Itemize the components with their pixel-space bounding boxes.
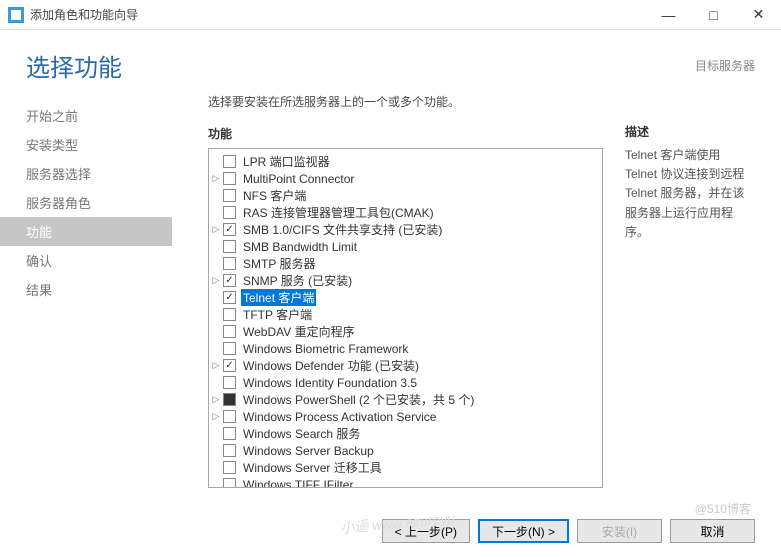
sidebar-step-0[interactable]: 开始之前 xyxy=(0,101,172,130)
close-button[interactable]: ✕ xyxy=(736,0,781,30)
feature-label: Windows Biometric Framework xyxy=(241,342,410,356)
intro-text: 选择要安装在所选服务器上的一个或多个功能。 xyxy=(208,93,603,110)
feature-label: RAS 连接管理器管理工具包(CMAK) xyxy=(241,204,436,221)
checkbox[interactable] xyxy=(223,223,236,236)
features-label: 功能 xyxy=(208,125,603,142)
feature-row[interactable]: SMTP 服务器 xyxy=(209,255,602,272)
expander-icon[interactable]: ▷ xyxy=(209,360,223,371)
expander-icon[interactable]: ▷ xyxy=(209,394,223,405)
feature-label: SMTP 服务器 xyxy=(241,255,317,272)
feature-label: SMB Bandwidth Limit xyxy=(241,240,359,254)
features-list[interactable]: LPR 端口监视器 ▷ MultiPoint ConnectorNFS 客户端RAS… xyxy=(208,148,603,488)
sidebar-step-2[interactable]: 服务器选择 xyxy=(0,159,172,188)
checkbox[interactable] xyxy=(223,206,236,219)
checkbox[interactable] xyxy=(223,478,236,488)
wizard-header: 选择功能 目标服务器 xyxy=(0,30,781,93)
checkbox[interactable] xyxy=(223,444,236,457)
feature-row[interactable]: Windows Search 服务 xyxy=(209,425,602,442)
checkbox[interactable] xyxy=(223,342,236,355)
feature-label: TFTP 客户端 xyxy=(241,306,314,323)
feature-row[interactable]: Windows Server 迁移工具 xyxy=(209,459,602,476)
feature-row[interactable]: Windows Biometric Framework xyxy=(209,340,602,357)
feature-label: Windows Identity Foundation 3.5 xyxy=(241,376,419,390)
install-button[interactable]: 安装(I) xyxy=(577,519,662,543)
feature-row[interactable]: NFS 客户端 xyxy=(209,187,602,204)
checkbox[interactable] xyxy=(223,461,236,474)
feature-label: SMB 1.0/CIFS 文件共享支持 (已安装) xyxy=(241,221,444,238)
feature-label: Windows Server 迁移工具 xyxy=(241,459,384,476)
feature-label: Windows Defender 功能 (已安装) xyxy=(241,357,421,374)
feature-row[interactable]: ▷ SMB 1.0/CIFS 文件共享支持 (已安装) xyxy=(209,221,602,238)
checkbox[interactable] xyxy=(223,376,236,389)
checkbox[interactable] xyxy=(223,308,236,321)
feature-label: LPR 端口监视器 xyxy=(241,153,332,170)
feature-label: SNMP 服务 (已安装) xyxy=(241,272,354,289)
target-server-label: 目标服务器 xyxy=(695,57,755,74)
feature-label: Windows PowerShell (2 个已安装，共 5 个) xyxy=(241,391,476,408)
checkbox[interactable] xyxy=(223,172,236,185)
sidebar-step-6[interactable]: 结果 xyxy=(0,275,172,304)
page-title: 选择功能 xyxy=(26,48,122,83)
feature-row[interactable]: ▷ Windows PowerShell (2 个已安装，共 5 个) xyxy=(209,391,602,408)
wizard-body: 开始之前安装类型服务器选择服务器角色功能确认结果 选择要安装在所选服务器上的一个… xyxy=(0,93,781,513)
main-panel: 选择要安装在所选服务器上的一个或多个功能。 功能 LPR 端口监视器 ▷ Multi… xyxy=(172,93,755,513)
window-title: 添加角色和功能向导 xyxy=(30,6,138,23)
app-icon xyxy=(8,7,24,23)
expander-icon[interactable]: ▷ xyxy=(209,224,223,235)
feature-label: WebDAV 重定向程序 xyxy=(241,323,357,340)
feature-row[interactable]: ▷ MultiPoint Connector xyxy=(209,170,602,187)
sidebar-step-1[interactable]: 安装类型 xyxy=(0,130,172,159)
previous-button[interactable]: < 上一步(P) xyxy=(382,519,470,543)
checkbox[interactable] xyxy=(223,359,236,372)
expander-icon[interactable]: ▷ xyxy=(209,173,223,184)
next-button[interactable]: 下一步(N) > xyxy=(478,519,569,543)
checkbox[interactable] xyxy=(223,410,236,423)
maximize-button[interactable]: □ xyxy=(691,0,736,30)
feature-label: MultiPoint Connector xyxy=(241,172,356,186)
checkbox[interactable] xyxy=(223,257,236,270)
feature-label: Windows TIFF IFilter xyxy=(241,478,355,489)
feature-label: Windows Server Backup xyxy=(241,444,376,458)
sidebar-step-3[interactable]: 服务器角色 xyxy=(0,188,172,217)
feature-row[interactable]: SMB Bandwidth Limit xyxy=(209,238,602,255)
feature-label: NFS 客户端 xyxy=(241,187,308,204)
minimize-button[interactable]: — xyxy=(646,0,691,30)
checkbox[interactable] xyxy=(223,291,236,304)
feature-row[interactable]: LPR 端口监视器 xyxy=(209,153,602,170)
feature-row[interactable]: RAS 连接管理器管理工具包(CMAK) xyxy=(209,204,602,221)
feature-row[interactable]: TFTP 客户端 xyxy=(209,306,602,323)
sidebar-step-5[interactable]: 确认 xyxy=(0,246,172,275)
checkbox[interactable] xyxy=(223,393,236,406)
feature-row[interactable]: Windows Server Backup xyxy=(209,442,602,459)
wizard-steps: 开始之前安装类型服务器选择服务器角色功能确认结果 xyxy=(0,93,172,513)
checkbox[interactable] xyxy=(223,240,236,253)
expander-icon[interactable]: ▷ xyxy=(209,275,223,286)
sidebar-step-4[interactable]: 功能 xyxy=(0,217,172,246)
checkbox[interactable] xyxy=(223,189,236,202)
feature-row[interactable]: ▷ SNMP 服务 (已安装) xyxy=(209,272,602,289)
feature-row[interactable]: ▷ Windows Defender 功能 (已安装) xyxy=(209,357,602,374)
feature-label: Windows Process Activation Service xyxy=(241,410,438,424)
feature-row[interactable]: Windows Identity Foundation 3.5 xyxy=(209,374,602,391)
wizard-footer: < 上一步(P) 下一步(N) > 安装(I) 取消 xyxy=(0,519,781,543)
feature-row[interactable]: Telnet 客户端 xyxy=(209,289,602,306)
description-text: Telnet 客户端使用 Telnet 协议连接到远程 Telnet 服务器，并… xyxy=(625,146,755,242)
feature-row[interactable]: ▷ Windows Process Activation Service xyxy=(209,408,602,425)
checkbox[interactable] xyxy=(223,155,236,168)
feature-label: Telnet 客户端 xyxy=(241,289,316,306)
checkbox[interactable] xyxy=(223,427,236,440)
feature-label: Windows Search 服务 xyxy=(241,425,362,442)
expander-icon[interactable]: ▷ xyxy=(209,411,223,422)
checkbox[interactable] xyxy=(223,274,236,287)
titlebar: 添加角色和功能向导 — □ ✕ xyxy=(0,0,781,30)
checkbox[interactable] xyxy=(223,325,236,338)
feature-row[interactable]: WebDAV 重定向程序 xyxy=(209,323,602,340)
window-controls: — □ ✕ xyxy=(646,0,781,30)
description-label: 描述 xyxy=(625,123,755,140)
feature-row[interactable]: Windows TIFF IFilter xyxy=(209,476,602,488)
cancel-button[interactable]: 取消 xyxy=(670,519,755,543)
